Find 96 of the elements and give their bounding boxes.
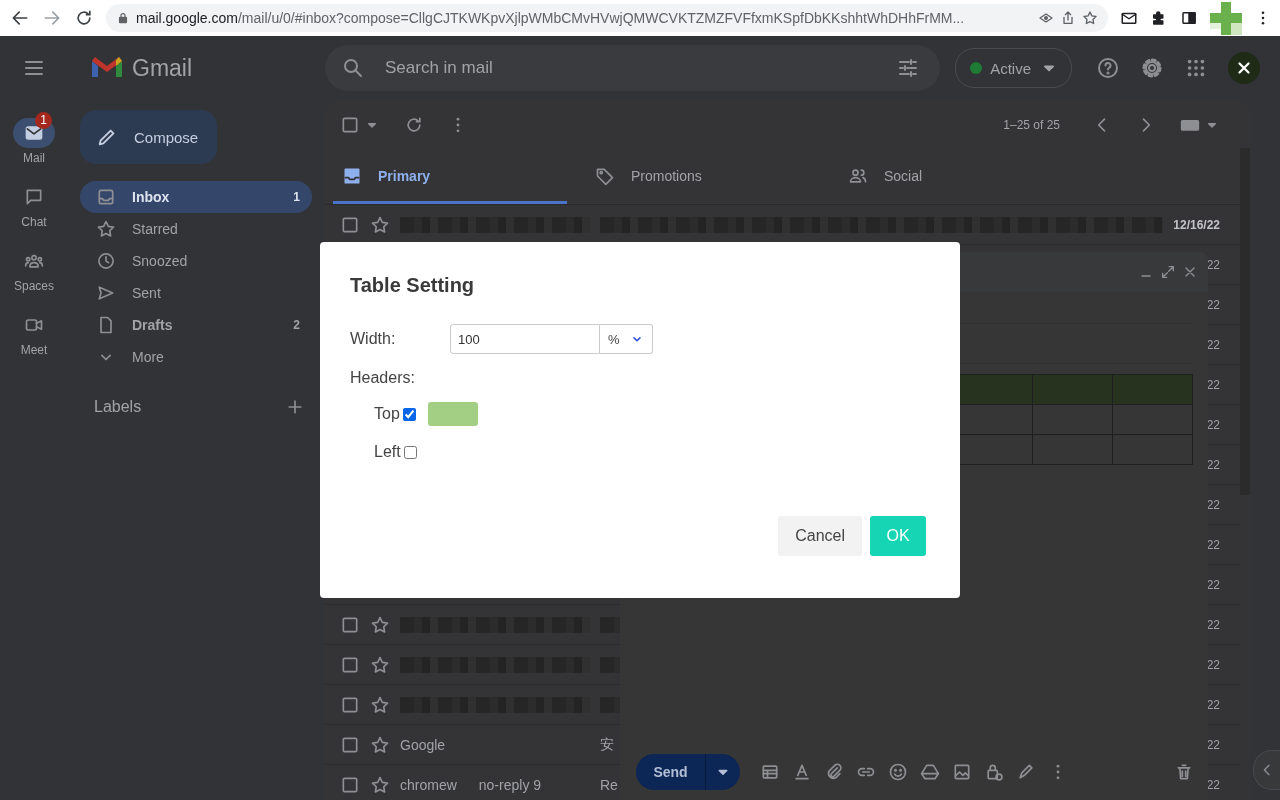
reload-icon[interactable] xyxy=(74,8,94,28)
rail-label: Chat xyxy=(21,214,47,230)
trash-icon[interactable] xyxy=(1174,762,1194,782)
date-text: 22 xyxy=(1206,777,1220,792)
header-checkbox[interactable] xyxy=(402,407,416,421)
category-tab[interactable]: Promotions xyxy=(586,150,820,204)
text-format-icon[interactable] xyxy=(792,762,812,782)
headers-label: Headers: xyxy=(350,368,416,388)
checkbox-label: Left xyxy=(374,443,401,461)
date-text: 22 xyxy=(1206,537,1220,552)
help-icon[interactable] xyxy=(1096,56,1120,80)
send-options-button[interactable] xyxy=(705,754,740,790)
address-bar[interactable]: mail.google.com/mail/u/0/#inbox?compose=CllgCJTKWKpvXjlpWMbCMvHVwjQMWCVKTZMZFVFfxmKSpfDbKKshhtWhDHhFrMM... xyxy=(106,4,1108,32)
folder-item[interactable]: Inbox 1 xyxy=(80,181,312,213)
side-panel-icon[interactable] xyxy=(1180,9,1198,27)
sender-name: Google xyxy=(400,736,446,753)
date-text: 22 xyxy=(1206,297,1220,312)
folder-item[interactable]: Snoozed xyxy=(80,245,312,277)
pen-icon[interactable] xyxy=(1016,762,1036,782)
cancel-button[interactable]: Cancel xyxy=(778,516,862,556)
search-bar[interactable]: Search in mail xyxy=(325,45,940,91)
date-text: 22 xyxy=(1206,377,1220,392)
checkbox-label: Top xyxy=(374,405,400,423)
lock-clock-icon[interactable] xyxy=(984,762,1004,782)
app-name: Gmail xyxy=(132,54,193,82)
date-text: 22 xyxy=(1206,657,1220,672)
snoozed-icon xyxy=(96,251,116,271)
subject-text: Re xyxy=(600,776,619,793)
close-button[interactable] xyxy=(1228,52,1260,84)
emoji-icon[interactable] xyxy=(888,762,908,782)
lock-icon xyxy=(116,11,130,25)
back-icon[interactable] xyxy=(10,8,30,28)
date-text: 22 xyxy=(1206,257,1220,272)
star-icon[interactable] xyxy=(370,774,390,795)
folder-item[interactable]: Sent xyxy=(80,277,312,309)
starred-icon xyxy=(96,219,116,239)
date-text: 22 xyxy=(1206,697,1220,712)
date-text: 22 xyxy=(1206,577,1220,592)
date-text: 22 xyxy=(1206,417,1220,432)
dialog-title: Table Setting xyxy=(350,273,476,297)
unit-select[interactable]: % xyxy=(600,324,653,354)
labels-heading: Labels xyxy=(94,398,142,416)
inbox-icon xyxy=(96,187,116,207)
status-dropdown[interactable]: Active xyxy=(955,48,1072,88)
chat-icon xyxy=(24,187,44,207)
color-swatch[interactable] xyxy=(427,402,478,426)
expand-icon[interactable] xyxy=(1160,264,1176,280)
side-panel-toggle[interactable] xyxy=(1253,750,1280,790)
date-text: 22 xyxy=(1206,337,1220,352)
folder-item[interactable]: More xyxy=(80,341,312,373)
star-icon[interactable] xyxy=(370,734,390,755)
date-text: 22 xyxy=(1206,497,1220,512)
date-text: 22 xyxy=(1206,457,1220,472)
subject-text: 安 xyxy=(600,735,615,754)
page-range: 1–25 of 25 xyxy=(1003,118,1060,132)
url-text: mail.google.com/mail/u/0/#inbox?compose=CllgCJTKWKpvXjlpWMbCMvHVwjQMWCVKTZMZFVFfxmKSpfDbKKshhtWhDHhFrMM... xyxy=(136,10,966,26)
rail-label: Spaces xyxy=(14,278,54,294)
sender-name: chromew xyxy=(400,776,457,793)
header-checkbox[interactable] xyxy=(403,445,417,459)
filter-icon[interactable] xyxy=(896,56,920,80)
rail-label: Meet xyxy=(20,342,48,358)
width-label: Width: xyxy=(350,330,397,348)
star-icon[interactable] xyxy=(370,214,390,235)
unread-badge: 1 xyxy=(35,112,52,129)
settings-icon[interactable] xyxy=(1140,56,1164,80)
select-checkbox[interactable] xyxy=(340,115,360,135)
sent-icon xyxy=(96,283,116,303)
category-tab[interactable]: Social xyxy=(839,150,1073,204)
status-dot-icon xyxy=(970,62,983,74)
table-icon[interactable] xyxy=(760,762,780,782)
send-button[interactable]: Send xyxy=(636,754,705,790)
date-text: 12/16/22 xyxy=(1173,217,1220,232)
share-icon[interactable] xyxy=(1060,10,1076,26)
search-icon[interactable] xyxy=(341,56,365,80)
refresh-icon[interactable] xyxy=(404,115,424,135)
folder-item[interactable]: Starred xyxy=(80,213,312,245)
star-icon[interactable] xyxy=(1082,10,1098,26)
category-tab[interactable]: Primary xyxy=(333,150,567,204)
star-icon[interactable] xyxy=(370,654,390,675)
apps-icon[interactable] xyxy=(1185,57,1207,79)
forward-icon[interactable] xyxy=(42,8,62,28)
sender-name: no-reply 9 xyxy=(478,776,542,793)
star-icon[interactable] xyxy=(370,614,390,635)
date-text: 22 xyxy=(1206,617,1220,632)
date-text: 22 xyxy=(1206,737,1220,752)
star-icon[interactable] xyxy=(370,694,390,715)
folder-item[interactable]: Drafts 2 xyxy=(80,309,312,341)
extension-icon[interactable] xyxy=(1210,1,1242,35)
rail-label: Mail xyxy=(23,150,45,166)
search-field[interactable]: Search in mail xyxy=(383,57,878,79)
mail-icon xyxy=(24,123,44,143)
image-icon[interactable] xyxy=(952,762,972,782)
close-icon xyxy=(1235,59,1253,77)
compose-button[interactable]: Compose xyxy=(80,110,217,164)
gmail-logo-icon xyxy=(92,57,122,79)
width-input[interactable]: 100 xyxy=(450,324,600,354)
